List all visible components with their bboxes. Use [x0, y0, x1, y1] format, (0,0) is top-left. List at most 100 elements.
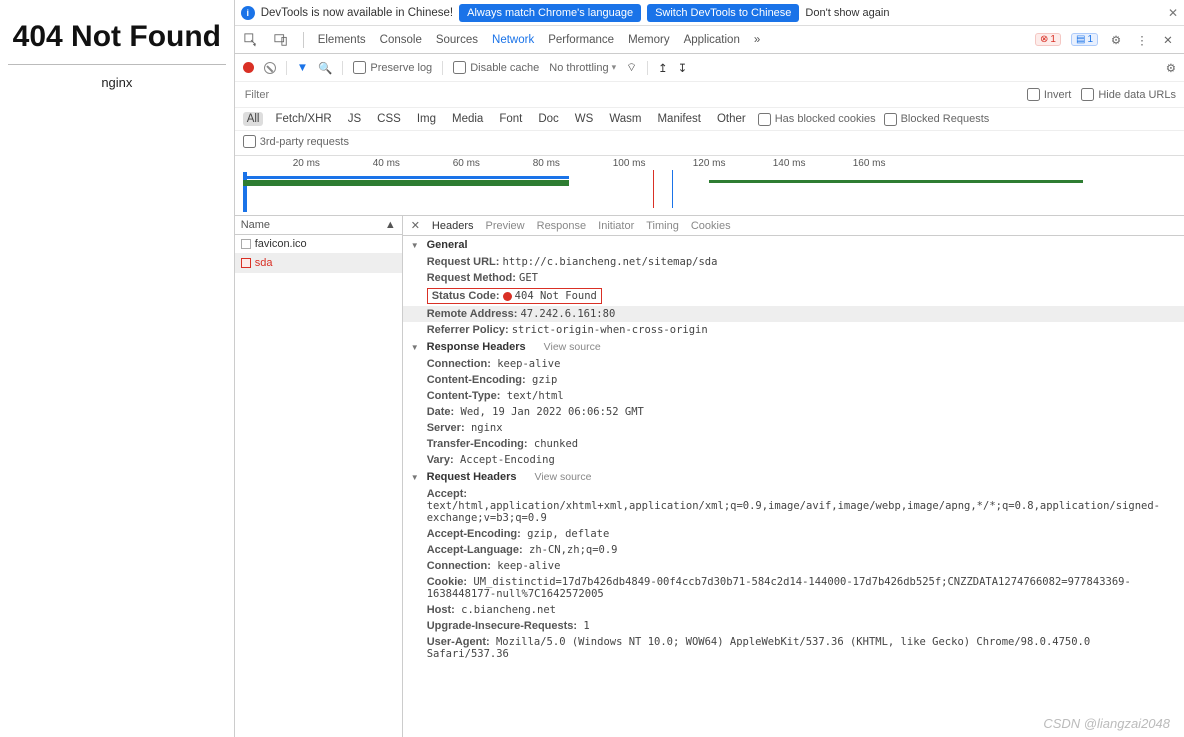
request-list-header[interactable]: Name▲ [235, 216, 402, 235]
infobar-text: DevTools is now available in Chinese! [261, 7, 453, 19]
filter-all[interactable]: All [243, 112, 264, 126]
view-source-link[interactable]: View source [544, 341, 601, 353]
referrer-policy: Referrer Policy: strict-origin-when-cros… [403, 322, 1184, 338]
invert-checkbox[interactable]: Invert [1027, 88, 1072, 101]
wifi-icon[interactable]: ⌔ [626, 60, 637, 75]
blocked-cookies-checkbox[interactable]: Has blocked cookies [758, 113, 876, 126]
server-name: nginx [0, 75, 234, 90]
request-header-row: Host: c.biancheng.net [403, 602, 1184, 618]
close-detail-icon[interactable]: ✕ [411, 219, 420, 232]
response-header-row: Date: Wed, 19 Jan 2022 06:06:52 GMT [403, 404, 1184, 420]
file-icon [241, 239, 251, 249]
third-party-row: 3rd-party requests [235, 131, 1184, 156]
network-settings-icon[interactable]: ⚙ [1166, 61, 1176, 75]
filter-img[interactable]: Img [413, 112, 440, 126]
hide-dataurls-checkbox[interactable]: Hide data URLs [1081, 88, 1176, 101]
tab-memory[interactable]: Memory [628, 34, 670, 46]
messages-badge[interactable]: 1 [1071, 33, 1098, 46]
download-icon[interactable]: ↧ [678, 61, 688, 75]
gear-icon[interactable]: ⚙ [1108, 32, 1124, 48]
infobar-close-icon[interactable]: ✕ [1168, 6, 1178, 20]
filter-doc[interactable]: Doc [534, 112, 562, 126]
response-header-row: Connection: keep-alive [403, 356, 1184, 372]
tab-application[interactable]: Application [684, 34, 740, 46]
sort-icon: ▲ [385, 219, 396, 231]
request-method: Request Method: GET [403, 270, 1184, 286]
response-header-row: Content-Encoding: gzip [403, 372, 1184, 388]
tick-label: 80 ms [533, 158, 560, 169]
separator [286, 61, 287, 75]
request-headers-section[interactable]: Request HeadersView source [403, 468, 1184, 486]
filter-fetch[interactable]: Fetch/XHR [271, 112, 335, 126]
tick-label: 140 ms [773, 158, 806, 169]
detail-tabs: ✕ Headers Preview Response Initiator Tim… [403, 216, 1184, 236]
tick-label: 160 ms [853, 158, 886, 169]
main-toolbar: Elements Console Sources Network Perform… [235, 26, 1184, 54]
dont-show-again-link[interactable]: Don't show again [805, 7, 889, 19]
response-header-row: Vary: Accept-Encoding [403, 452, 1184, 468]
throttling-select[interactable]: No throttling [549, 62, 616, 74]
device-toggle-icon[interactable] [273, 32, 289, 48]
filter-font[interactable]: Font [495, 112, 526, 126]
search-icon[interactable]: 🔍 [318, 61, 332, 75]
tab-performance[interactable]: Performance [548, 34, 614, 46]
request-row[interactable]: favicon.ico [235, 235, 402, 254]
clear-icon[interactable] [264, 62, 276, 74]
disable-cache-checkbox[interactable]: Disable cache [453, 61, 539, 74]
status-code: Status Code: 404 Not Found [403, 286, 1184, 306]
filter-other[interactable]: Other [713, 112, 750, 126]
upload-icon[interactable]: ↥ [658, 61, 668, 75]
tab-timing[interactable]: Timing [646, 220, 679, 232]
general-section-header[interactable]: General [403, 236, 1184, 254]
filter-media[interactable]: Media [448, 112, 487, 126]
view-source-link[interactable]: View source [535, 471, 592, 483]
request-header-row: Accept-Encoding: gzip, deflate [403, 526, 1184, 542]
tab-response[interactable]: Response [537, 220, 587, 232]
tab-elements[interactable]: Elements [318, 34, 366, 46]
record-icon[interactable] [243, 62, 254, 73]
timeline[interactable]: 20 ms 40 ms 60 ms 80 ms 100 ms 120 ms 14… [235, 156, 1184, 216]
filter-css[interactable]: CSS [373, 112, 405, 126]
type-filter-row: All Fetch/XHR JS CSS Img Media Font Doc … [235, 108, 1184, 131]
switch-chinese-button[interactable]: Switch DevTools to Chinese [647, 4, 799, 22]
tab-headers[interactable]: Headers [432, 220, 474, 232]
file-icon [241, 258, 251, 268]
filter-icon[interactable]: ▼ [297, 62, 308, 74]
match-language-button[interactable]: Always match Chrome's language [459, 4, 641, 22]
errors-badge[interactable]: 1 [1035, 33, 1061, 46]
blocked-requests-checkbox[interactable]: Blocked Requests [884, 113, 990, 126]
tab-more[interactable]: » [754, 34, 760, 46]
tab-preview[interactable]: Preview [486, 220, 525, 232]
tab-initiator[interactable]: Initiator [598, 220, 634, 232]
response-header-row: Content-Type: text/html [403, 388, 1184, 404]
load-marker [672, 170, 673, 208]
filter-manifest[interactable]: Manifest [653, 112, 704, 126]
tick-label: 120 ms [693, 158, 726, 169]
response-headers-section[interactable]: Response HeadersView source [403, 338, 1184, 356]
third-party-checkbox[interactable]: 3rd-party requests [243, 135, 349, 148]
request-header-row: Accept: text/html,application/xhtml+xml,… [403, 486, 1184, 526]
preserve-log-checkbox[interactable]: Preserve log [353, 61, 432, 74]
request-row[interactable]: sda [235, 254, 402, 273]
info-icon: i [241, 6, 255, 20]
tick-label: 20 ms [293, 158, 320, 169]
response-header-row: Transfer-Encoding: chunked [403, 436, 1184, 452]
response-header-row: Server: nginx [403, 420, 1184, 436]
inspect-icon[interactable] [243, 32, 259, 48]
filter-input[interactable] [243, 88, 343, 102]
tab-sources[interactable]: Sources [436, 34, 478, 46]
timeline-bar [243, 180, 570, 186]
close-devtools-icon[interactable]: ✕ [1160, 32, 1176, 48]
filter-js[interactable]: JS [344, 112, 365, 126]
error-title: 404 Not Found [0, 20, 234, 54]
filter-ws[interactable]: WS [571, 112, 598, 126]
separator [442, 61, 443, 75]
timeline-bar [243, 176, 570, 179]
filter-wasm[interactable]: Wasm [605, 112, 645, 126]
tab-network[interactable]: Network [492, 34, 534, 46]
kebab-icon[interactable]: ⋮ [1134, 32, 1150, 48]
separator [303, 32, 304, 48]
tab-cookies[interactable]: Cookies [691, 220, 731, 232]
separator [647, 61, 648, 75]
tab-console[interactable]: Console [380, 34, 422, 46]
